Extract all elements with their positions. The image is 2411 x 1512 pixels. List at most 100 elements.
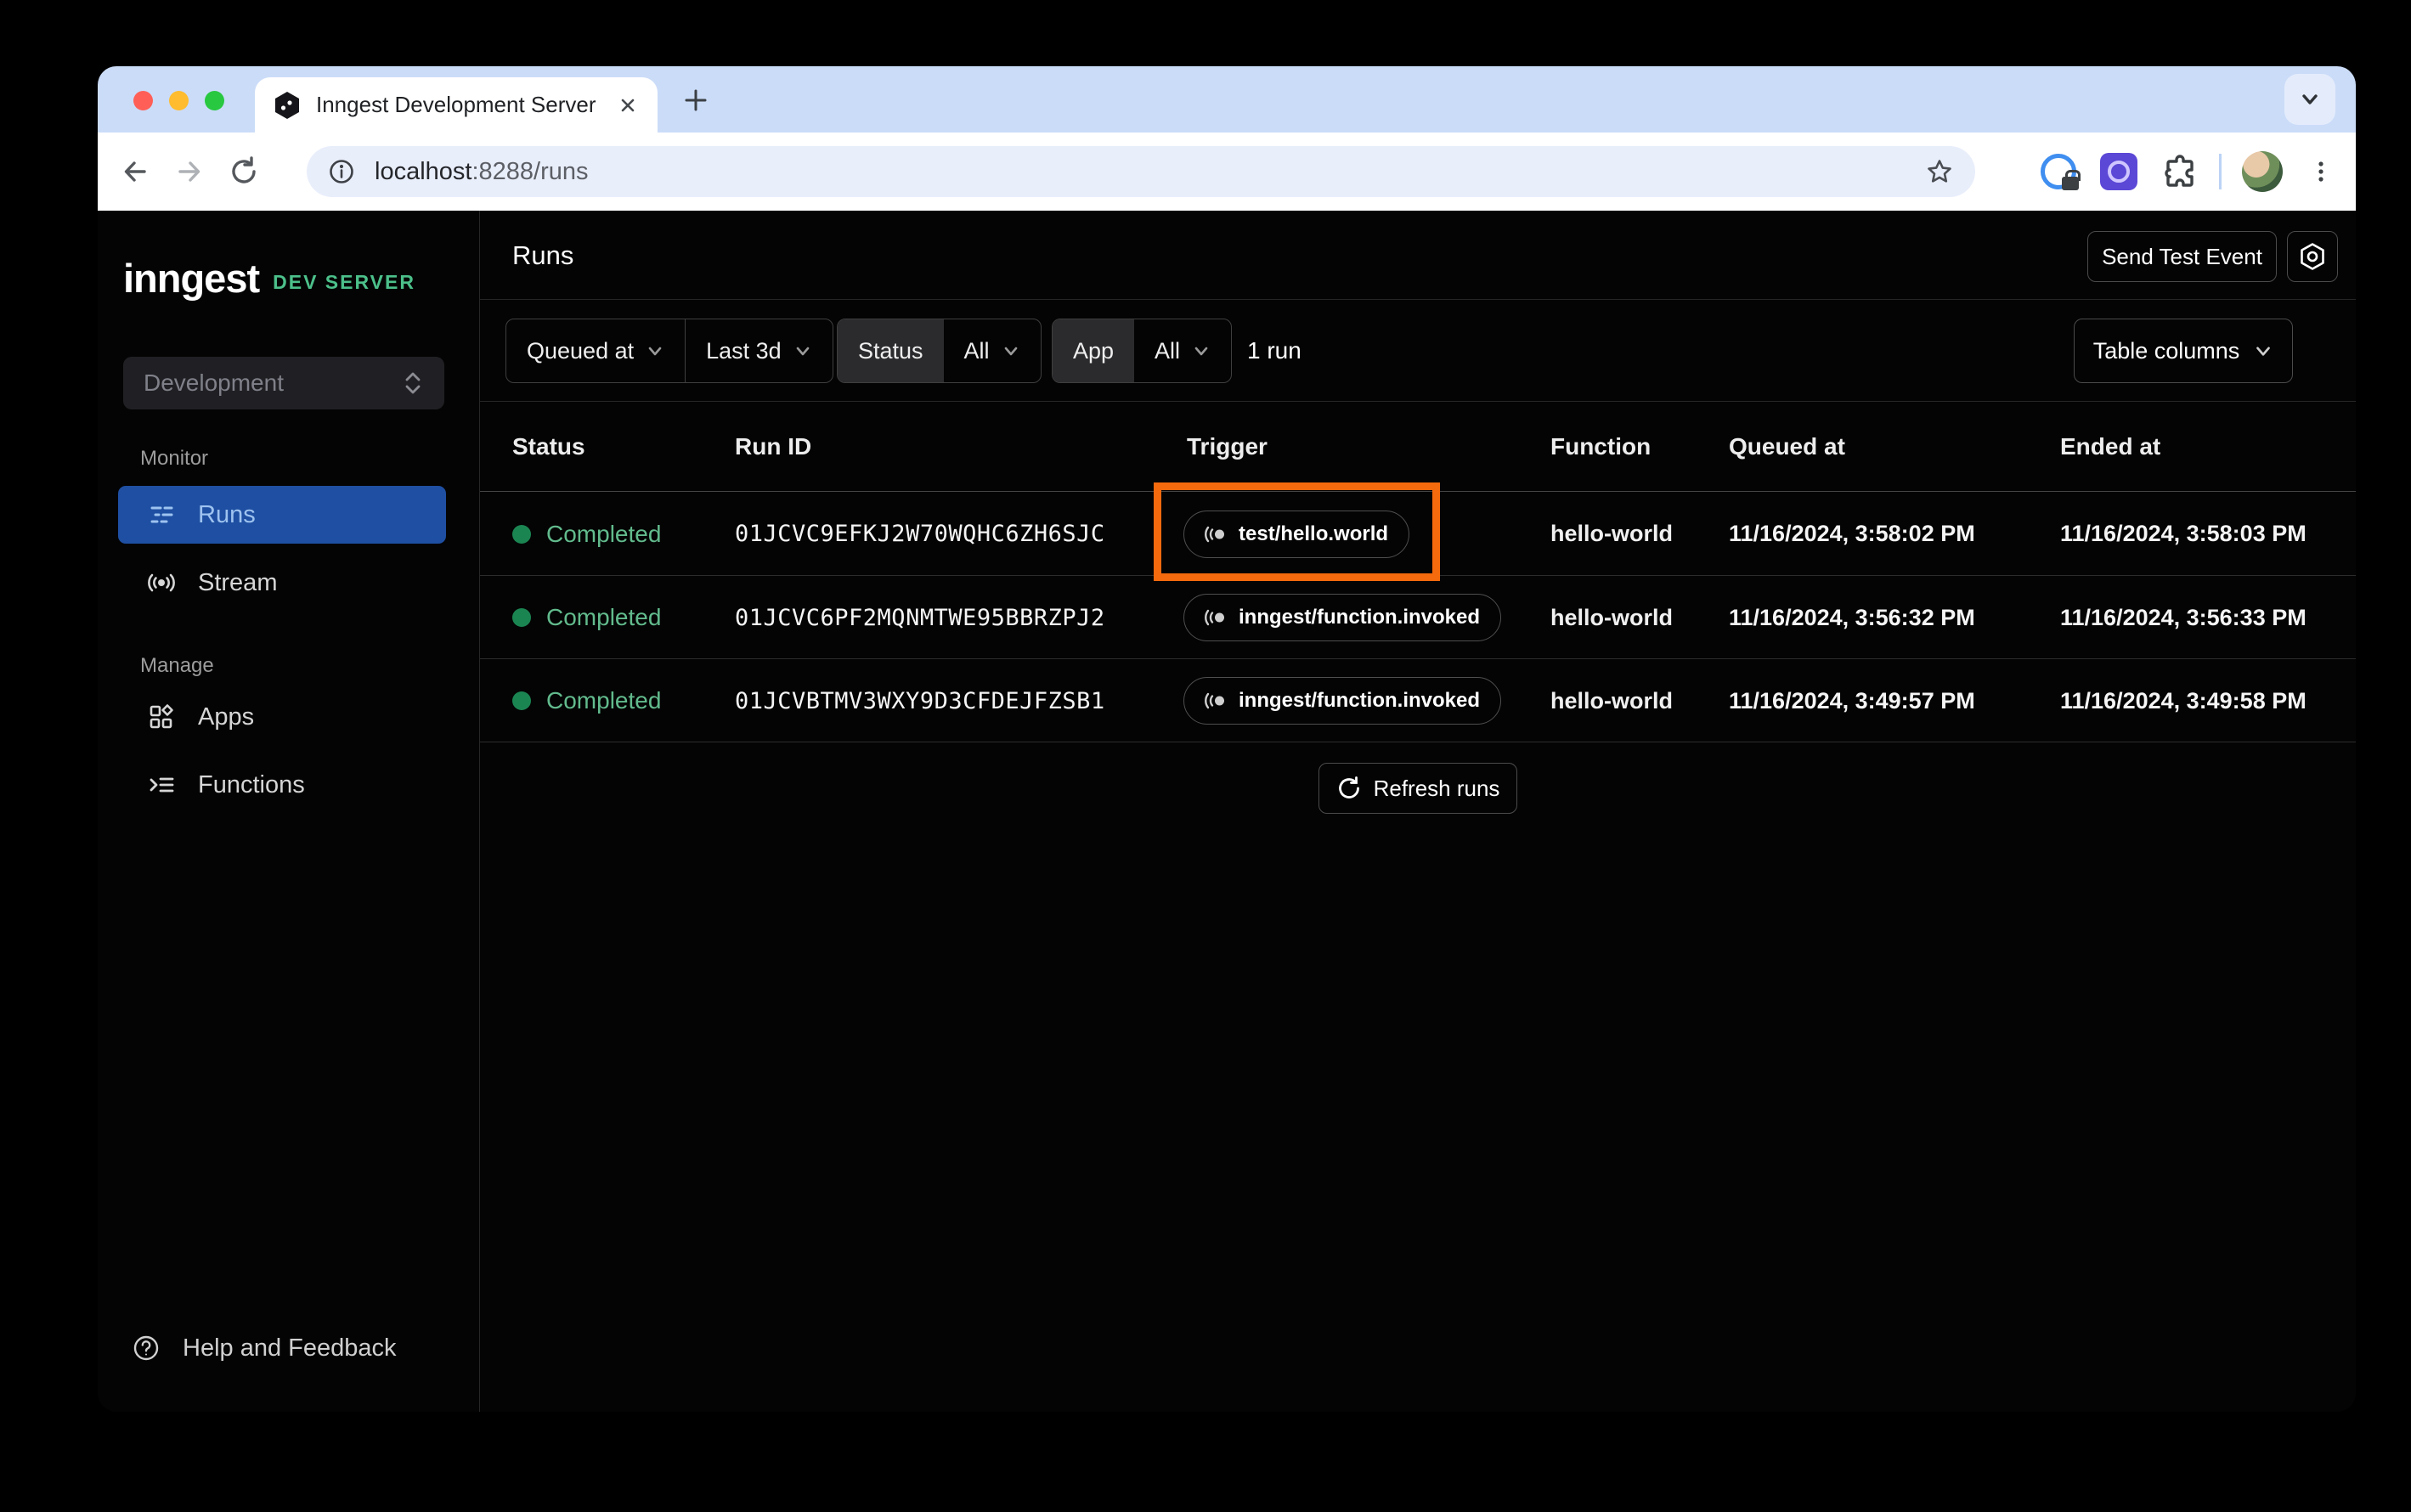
section-label-manage: Manage (140, 654, 214, 677)
status-filter: Status All (837, 319, 1042, 383)
sort-field-label: Queued at (527, 337, 635, 364)
ended-at: 11/16/2024, 3:56:33 PM (2060, 604, 2307, 630)
column-header-trigger: Trigger (1187, 433, 1268, 460)
url-host: localhost (375, 157, 472, 185)
column-header-queued-at: Queued at (1729, 433, 1845, 460)
trigger-pill[interactable]: test/hello.world (1183, 510, 1410, 558)
sidebar-item-label: Apps (198, 702, 255, 731)
run-id: 01JCVC9EFKJ2W70WQHC6ZH6SJC (735, 521, 1105, 547)
sidebar-item-runs[interactable]: Runs (118, 486, 446, 544)
app-filter: App All (1052, 319, 1233, 383)
event-icon (1205, 526, 1224, 542)
time-range-dropdown[interactable]: Last 3d (686, 319, 833, 382)
status-dot (512, 608, 531, 627)
url-text[interactable]: localhost:8288/runs (375, 158, 589, 186)
status-dot (512, 691, 531, 710)
functions-icon (150, 777, 174, 793)
runs-icon (150, 506, 173, 523)
chevron-down-icon (2256, 347, 2271, 356)
sidebar-item-label: Functions (198, 770, 305, 798)
status-filter-label: Status (838, 319, 944, 382)
chevron-down-icon (1194, 347, 1208, 356)
page-header: Runs Send Test Event (480, 211, 2356, 300)
function-name: hello-world (1550, 687, 1673, 714)
help-icon (133, 1335, 159, 1361)
run-id: 01JCVBTMV3WXY9D3CFDEJFZSB1 (735, 687, 1105, 714)
password-manager-extension-icon[interactable] (2041, 154, 2081, 190)
help-label: Help and Feedback (183, 1334, 397, 1362)
macos-minimize-button[interactable] (169, 91, 189, 110)
environment-selector[interactable]: Development (123, 357, 444, 409)
column-header-status: Status (512, 433, 585, 460)
sidebar-item-apps[interactable]: Apps (118, 688, 446, 746)
settings-gear-button[interactable] (2287, 231, 2338, 282)
table-row[interactable]: Completed 01JCVC9EFKJ2W70WQHC6ZH6SJC tes… (480, 492, 2356, 576)
extensions-puzzle-icon[interactable] (2161, 153, 2199, 190)
stream-icon (148, 573, 175, 592)
macos-close-button[interactable] (133, 91, 153, 110)
sidebar-item-stream[interactable]: Stream (118, 554, 446, 612)
environment-value: Development (144, 370, 284, 396)
table-columns-button[interactable]: Table columns (2074, 319, 2293, 383)
trigger-name: test/hello.world (1239, 522, 1389, 545)
send-test-event-button[interactable]: Send Test Event (2087, 231, 2277, 282)
apps-icon (150, 704, 173, 729)
purple-extension-icon[interactable] (2100, 153, 2137, 190)
page-title: Runs (512, 240, 574, 270)
table-header: Status Run ID Trigger Function Queued at… (480, 402, 2356, 492)
function-name: hello-world (1550, 521, 1673, 546)
trigger-name: inngest/function.invoked (1239, 689, 1481, 712)
table-row[interactable]: Completed 01JCVC6PF2MQNMTWE95BBRZPJ2 inn… (480, 576, 2356, 659)
event-icon (1205, 692, 1224, 709)
chevron-down-icon (648, 347, 662, 356)
forward-button[interactable] (172, 155, 206, 189)
bookmark-star-icon[interactable] (1924, 156, 1955, 187)
run-count: 1 run (1247, 337, 1301, 364)
sort-field-dropdown[interactable]: Queued at (506, 319, 685, 382)
status-label: Completed (546, 604, 662, 630)
help-and-feedback[interactable]: Help and Feedback (132, 1334, 397, 1362)
browser-menu-icon[interactable] (2307, 157, 2335, 186)
status-dot (512, 524, 531, 544)
url-bar[interactable]: localhost:8288/runs (307, 146, 1975, 197)
table-row[interactable]: Completed 01JCVBTMV3WXY9D3CFDEJFZSB1 inn… (480, 659, 2356, 742)
extensions-area (2041, 133, 2356, 211)
back-button[interactable] (118, 155, 152, 189)
sidebar-item-label: Runs (198, 500, 256, 528)
browser-tab[interactable]: Inngest Development Server (255, 77, 658, 133)
toolbar-divider (2219, 154, 2222, 189)
column-header-run-id: Run ID (735, 433, 812, 460)
app-label-text: App (1073, 337, 1115, 364)
chevron-updown-icon (405, 372, 421, 394)
tab-search-button[interactable] (2284, 74, 2335, 125)
macos-zoom-button[interactable] (205, 91, 224, 110)
logo-row: inngest DEV SERVER (123, 255, 415, 302)
new-tab-button[interactable] (680, 85, 711, 116)
browser-toolbar: localhost:8288/runs (98, 133, 2356, 211)
sidebar: inngest DEV SERVER Development Monitor R… (98, 211, 480, 1412)
tab-title: Inngest Development Server (316, 92, 596, 117)
app-filter-dropdown[interactable]: All (1134, 319, 1231, 382)
ended-at: 11/16/2024, 3:49:58 PM (2060, 687, 2307, 714)
site-info-icon[interactable] (327, 157, 356, 186)
function-name: hello-world (1550, 604, 1673, 630)
reload-button[interactable] (227, 155, 261, 189)
time-range-label: Last 3d (706, 337, 782, 364)
section-label-monitor: Monitor (140, 447, 209, 470)
tab-close-icon[interactable] (615, 93, 641, 118)
main-panel: Runs Send Test Event Queued at Last 3d S… (480, 211, 2356, 1412)
trigger-pill[interactable]: inngest/function.invoked (1183, 594, 1502, 641)
column-header-ended-at: Ended at (2060, 433, 2161, 460)
trigger-pill[interactable]: inngest/function.invoked (1183, 677, 1502, 725)
status-filter-dropdown[interactable]: All (944, 319, 1041, 382)
url-path: :8288/runs (471, 157, 589, 185)
app-value-text: All (1155, 337, 1181, 364)
refresh-runs-label: Refresh runs (1373, 775, 1500, 801)
profile-avatar[interactable] (2242, 151, 2283, 192)
refresh-runs-button[interactable]: Refresh runs (1318, 763, 1517, 814)
status-value-text: All (963, 337, 990, 364)
sidebar-item-functions[interactable]: Functions (118, 756, 446, 814)
queued-at: 11/16/2024, 3:49:57 PM (1729, 687, 1975, 714)
run-id: 01JCVC6PF2MQNMTWE95BBRZPJ2 (735, 604, 1105, 631)
app-filter-label: App (1053, 319, 1135, 382)
